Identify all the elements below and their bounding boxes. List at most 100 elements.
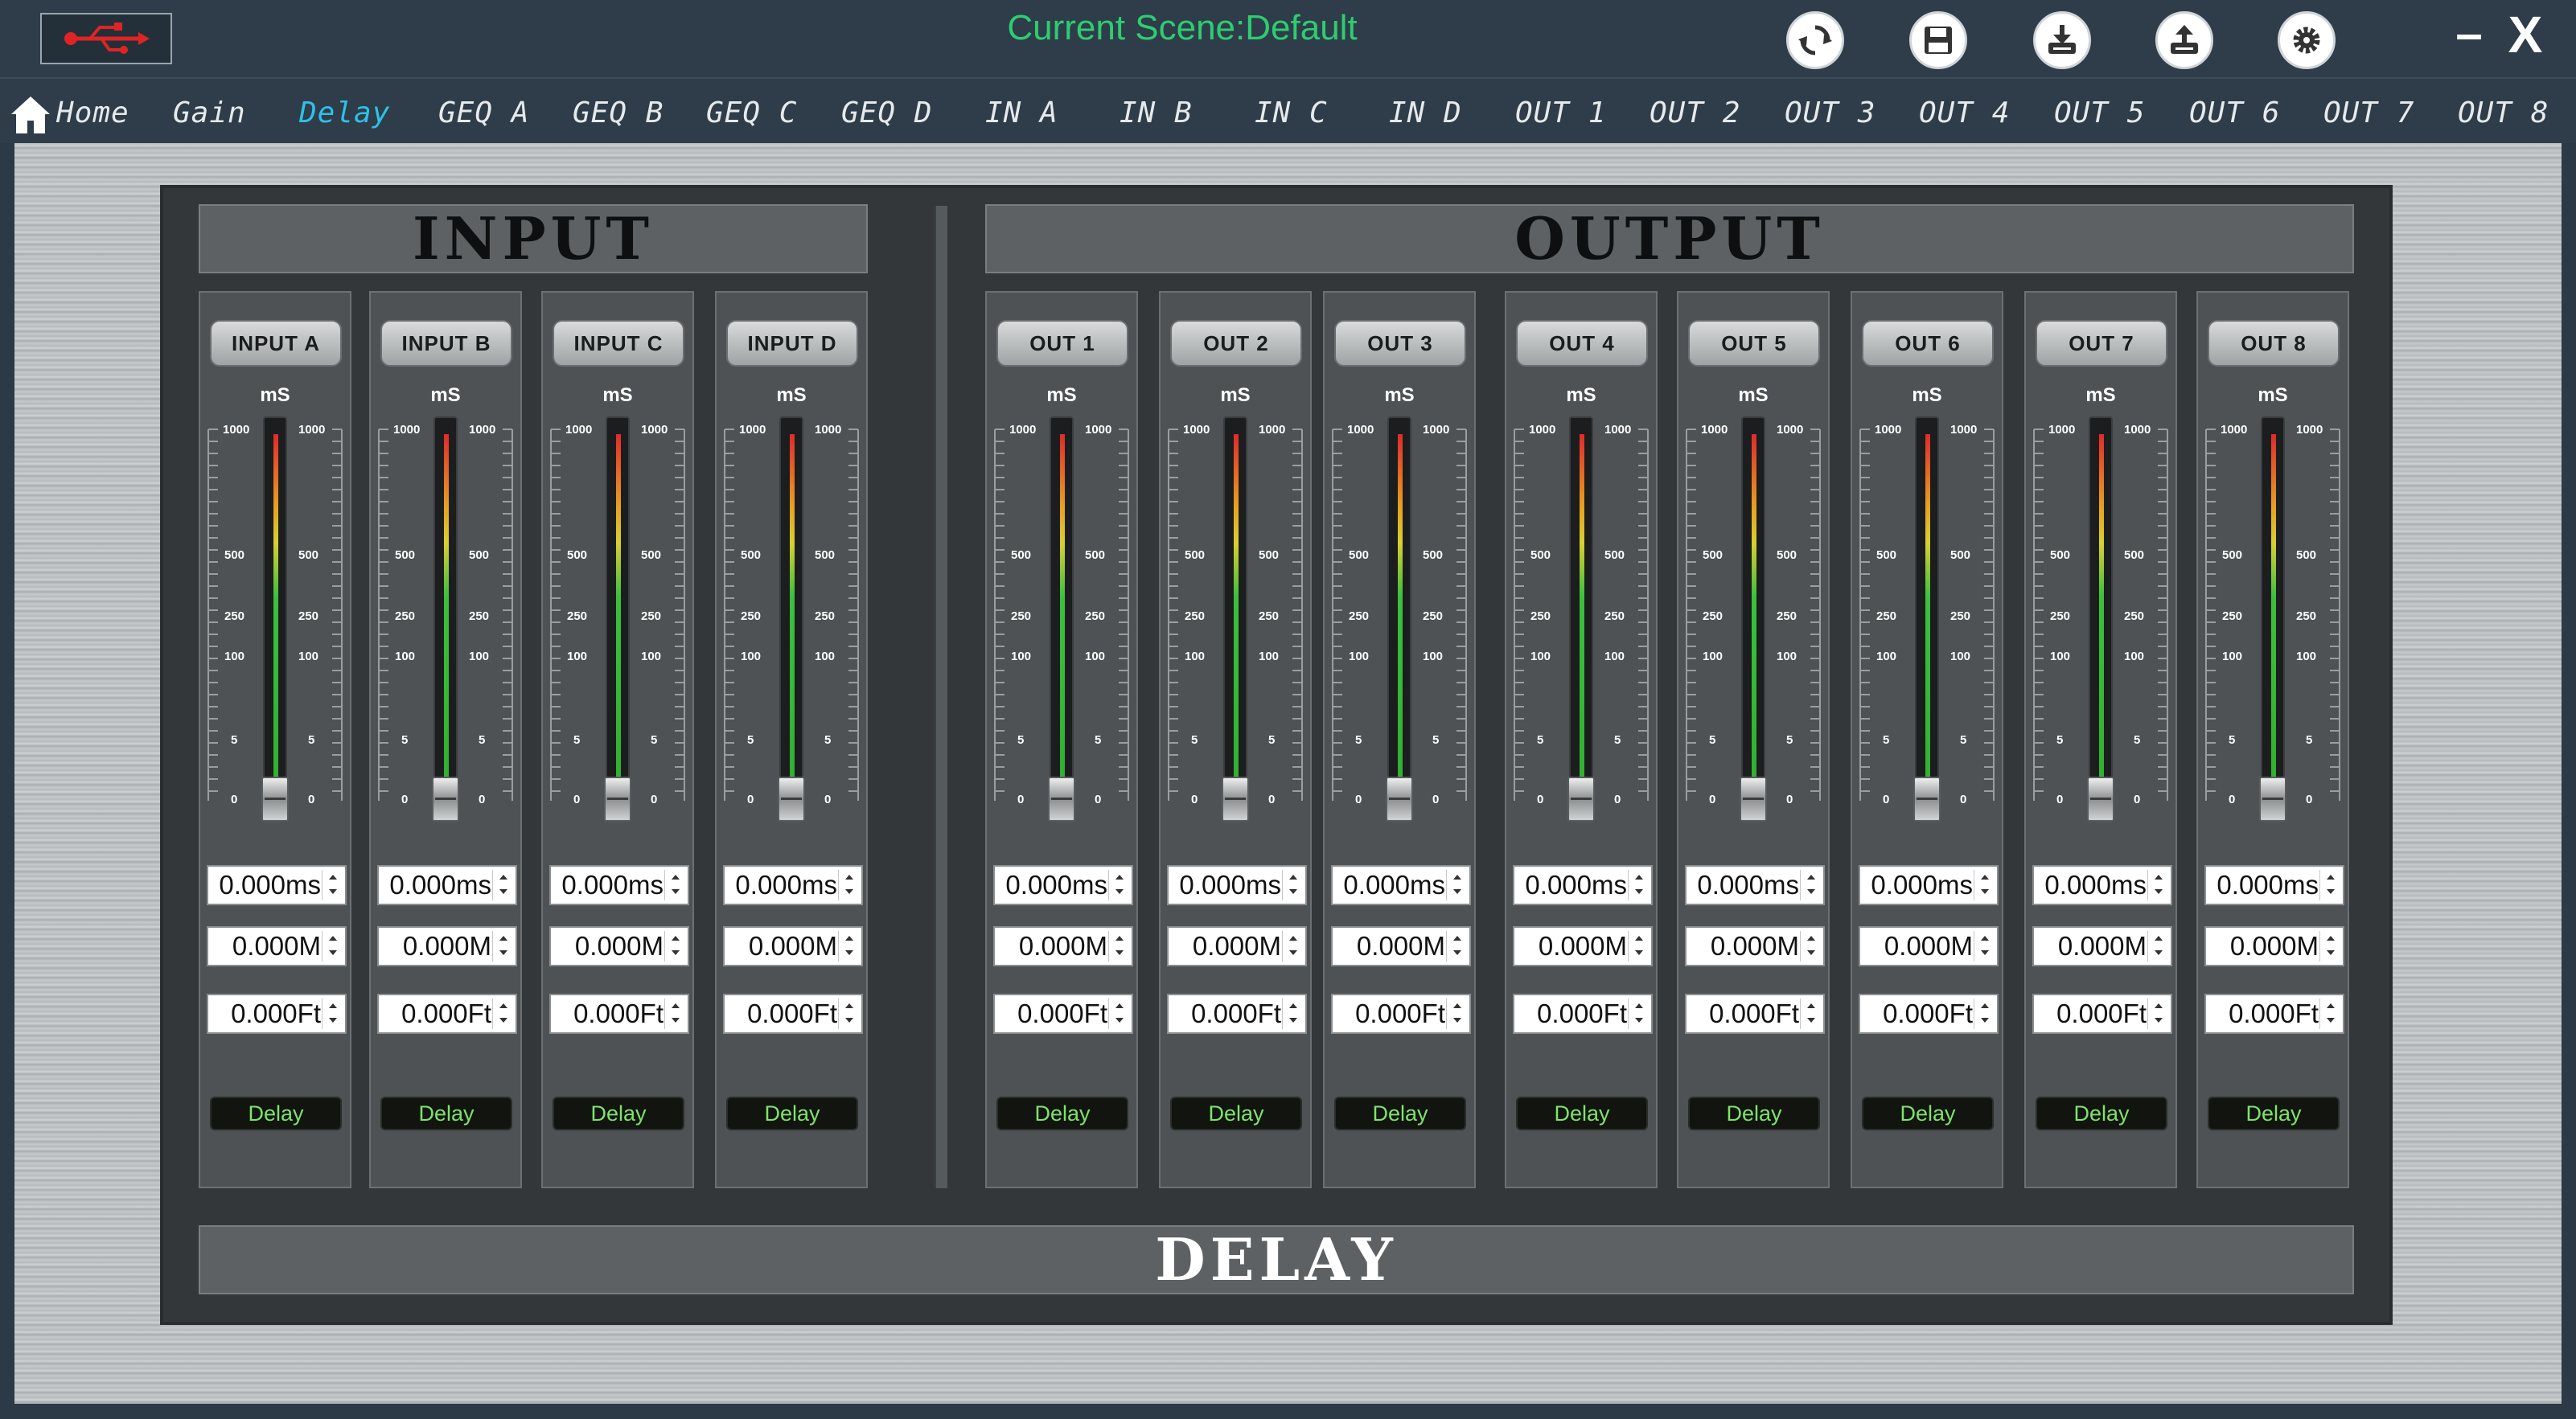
channel-button-out-5[interactable]: OUT 5 bbox=[1688, 320, 1820, 367]
delay-fader-track[interactable] bbox=[606, 416, 630, 802]
spin-arrows[interactable] bbox=[1446, 931, 1468, 962]
delay-meter-input[interactable]: 0.000M bbox=[993, 926, 1133, 966]
delay-ms-input[interactable]: 0.000ms bbox=[993, 865, 1133, 905]
spin-arrows[interactable] bbox=[1282, 999, 1304, 1029]
delay-feet-input[interactable]: 0.000Ft bbox=[1859, 994, 1999, 1034]
spin-arrows[interactable] bbox=[2319, 999, 2341, 1029]
delay-toggle-button[interactable]: Delay bbox=[380, 1097, 512, 1130]
delay-fader-handle[interactable] bbox=[1048, 777, 1075, 822]
delay-feet-input[interactable]: 0.000Ft bbox=[1331, 994, 1471, 1034]
spin-arrows[interactable] bbox=[1108, 870, 1130, 900]
tab-in-d[interactable]: IN D bbox=[1389, 93, 1462, 133]
tab-geq-b[interactable]: GEQ B bbox=[573, 93, 664, 133]
delay-fader-track[interactable] bbox=[263, 416, 287, 802]
delay-fader-track[interactable] bbox=[1050, 416, 1074, 802]
spin-arrows[interactable] bbox=[1108, 931, 1130, 962]
delay-toggle-button[interactable]: Delay bbox=[1688, 1097, 1820, 1130]
delay-fader-track[interactable] bbox=[1741, 416, 1765, 802]
delay-feet-input[interactable]: 0.000Ft bbox=[723, 994, 863, 1034]
upload-button[interactable] bbox=[2155, 11, 2213, 69]
delay-fader-track[interactable] bbox=[779, 416, 803, 802]
delay-ms-input[interactable]: 0.000ms bbox=[723, 865, 863, 905]
spin-arrows[interactable] bbox=[1446, 870, 1468, 900]
delay-fader-handle[interactable] bbox=[778, 777, 805, 822]
save-button[interactable] bbox=[1909, 11, 1967, 69]
delay-fader-handle[interactable] bbox=[1913, 777, 1941, 822]
tab-out-5[interactable]: OUT 5 bbox=[2054, 93, 2145, 133]
delay-fader-handle[interactable] bbox=[1740, 777, 1767, 822]
spin-arrows[interactable] bbox=[1282, 870, 1304, 900]
delay-fader-handle[interactable] bbox=[261, 777, 289, 822]
delay-toggle-button[interactable]: Delay bbox=[1334, 1097, 1466, 1130]
channel-button-out-6[interactable]: OUT 6 bbox=[1862, 320, 1994, 367]
delay-ms-input[interactable]: 0.000ms bbox=[207, 865, 347, 905]
delay-fader-track[interactable] bbox=[1223, 416, 1247, 802]
spin-arrows[interactable] bbox=[1800, 931, 1822, 962]
delay-feet-input[interactable]: 0.000Ft bbox=[207, 994, 347, 1034]
delay-ms-input[interactable]: 0.000ms bbox=[1331, 865, 1471, 905]
channel-button-out-4[interactable]: OUT 4 bbox=[1516, 320, 1648, 367]
delay-toggle-button[interactable]: Delay bbox=[2036, 1097, 2167, 1130]
refresh-button[interactable] bbox=[1786, 11, 1844, 69]
spin-arrows[interactable] bbox=[838, 999, 860, 1029]
delay-meter-input[interactable]: 0.000M bbox=[1859, 926, 1999, 966]
spin-arrows[interactable] bbox=[664, 870, 686, 900]
delay-toggle-button[interactable]: Delay bbox=[1170, 1097, 1302, 1130]
spin-arrows[interactable] bbox=[1446, 999, 1468, 1029]
tab-out-7[interactable]: OUT 7 bbox=[2323, 93, 2414, 133]
delay-ms-input[interactable]: 0.000ms bbox=[1167, 865, 1307, 905]
delay-toggle-button[interactable]: Delay bbox=[553, 1097, 684, 1130]
delay-toggle-button[interactable]: Delay bbox=[996, 1097, 1128, 1130]
minimize-button[interactable]: – bbox=[2453, 10, 2485, 59]
delay-feet-input[interactable]: 0.000Ft bbox=[1685, 994, 1825, 1034]
channel-button-out-7[interactable]: OUT 7 bbox=[2036, 320, 2167, 367]
delay-fader-track[interactable] bbox=[433, 416, 458, 802]
delay-fader-handle[interactable] bbox=[2259, 777, 2286, 822]
delay-ms-input[interactable]: 0.000ms bbox=[1685, 865, 1825, 905]
tab-out-6[interactable]: OUT 6 bbox=[2189, 93, 2280, 133]
delay-fader-handle[interactable] bbox=[1567, 777, 1595, 822]
delay-ms-input[interactable]: 0.000ms bbox=[2204, 865, 2344, 905]
delay-ms-input[interactable]: 0.000ms bbox=[549, 865, 689, 905]
delay-fader-handle[interactable] bbox=[432, 777, 459, 822]
spin-arrows[interactable] bbox=[1108, 999, 1130, 1029]
delay-fader-track[interactable] bbox=[2261, 416, 2285, 802]
channel-button-out-3[interactable]: OUT 3 bbox=[1334, 320, 1466, 367]
tab-out-1[interactable]: OUT 1 bbox=[1515, 93, 1606, 133]
spin-arrows[interactable] bbox=[1974, 870, 1995, 900]
delay-toggle-button[interactable]: Delay bbox=[210, 1097, 342, 1130]
delay-feet-input[interactable]: 0.000Ft bbox=[549, 994, 689, 1034]
delay-meter-input[interactable]: 0.000M bbox=[2204, 926, 2344, 966]
spin-arrows[interactable] bbox=[1628, 931, 1650, 962]
spin-arrows[interactable] bbox=[1800, 999, 1822, 1029]
tab-out-4[interactable]: OUT 4 bbox=[1919, 93, 2010, 133]
spin-arrows[interactable] bbox=[1974, 931, 1995, 962]
spin-arrows[interactable] bbox=[2147, 870, 2169, 900]
spin-arrows[interactable] bbox=[2147, 999, 2169, 1029]
tab-geq-a[interactable]: GEQ A bbox=[438, 93, 529, 133]
tab-out-3[interactable]: OUT 3 bbox=[1785, 93, 1876, 133]
delay-ms-input[interactable]: 0.000ms bbox=[1859, 865, 1999, 905]
channel-button-out-2[interactable]: OUT 2 bbox=[1170, 320, 1302, 367]
delay-meter-input[interactable]: 0.000M bbox=[1331, 926, 1471, 966]
home-icon[interactable] bbox=[8, 93, 53, 135]
spin-arrows[interactable] bbox=[492, 870, 514, 900]
delay-feet-input[interactable]: 0.000Ft bbox=[377, 994, 517, 1034]
channel-button-input-b[interactable]: INPUT B bbox=[380, 320, 512, 367]
tab-delay[interactable]: Delay bbox=[299, 93, 390, 133]
delay-fader-handle[interactable] bbox=[2087, 777, 2114, 822]
channel-button-input-d[interactable]: INPUT D bbox=[726, 320, 858, 367]
delay-fader-handle[interactable] bbox=[1386, 777, 1413, 822]
spin-arrows[interactable] bbox=[2319, 931, 2341, 962]
delay-toggle-button[interactable]: Delay bbox=[2208, 1097, 2340, 1130]
spin-arrows[interactable] bbox=[1800, 870, 1822, 900]
delay-feet-input[interactable]: 0.000Ft bbox=[993, 994, 1133, 1034]
delay-fader-track[interactable] bbox=[1569, 416, 1593, 802]
channel-button-out-1[interactable]: OUT 1 bbox=[996, 320, 1128, 367]
delay-meter-input[interactable]: 0.000M bbox=[2032, 926, 2172, 966]
delay-meter-input[interactable]: 0.000M bbox=[723, 926, 863, 966]
delay-fader-track[interactable] bbox=[1915, 416, 1939, 802]
spin-arrows[interactable] bbox=[838, 931, 860, 962]
delay-ms-input[interactable]: 0.000ms bbox=[1513, 865, 1653, 905]
spin-arrows[interactable] bbox=[492, 931, 514, 962]
